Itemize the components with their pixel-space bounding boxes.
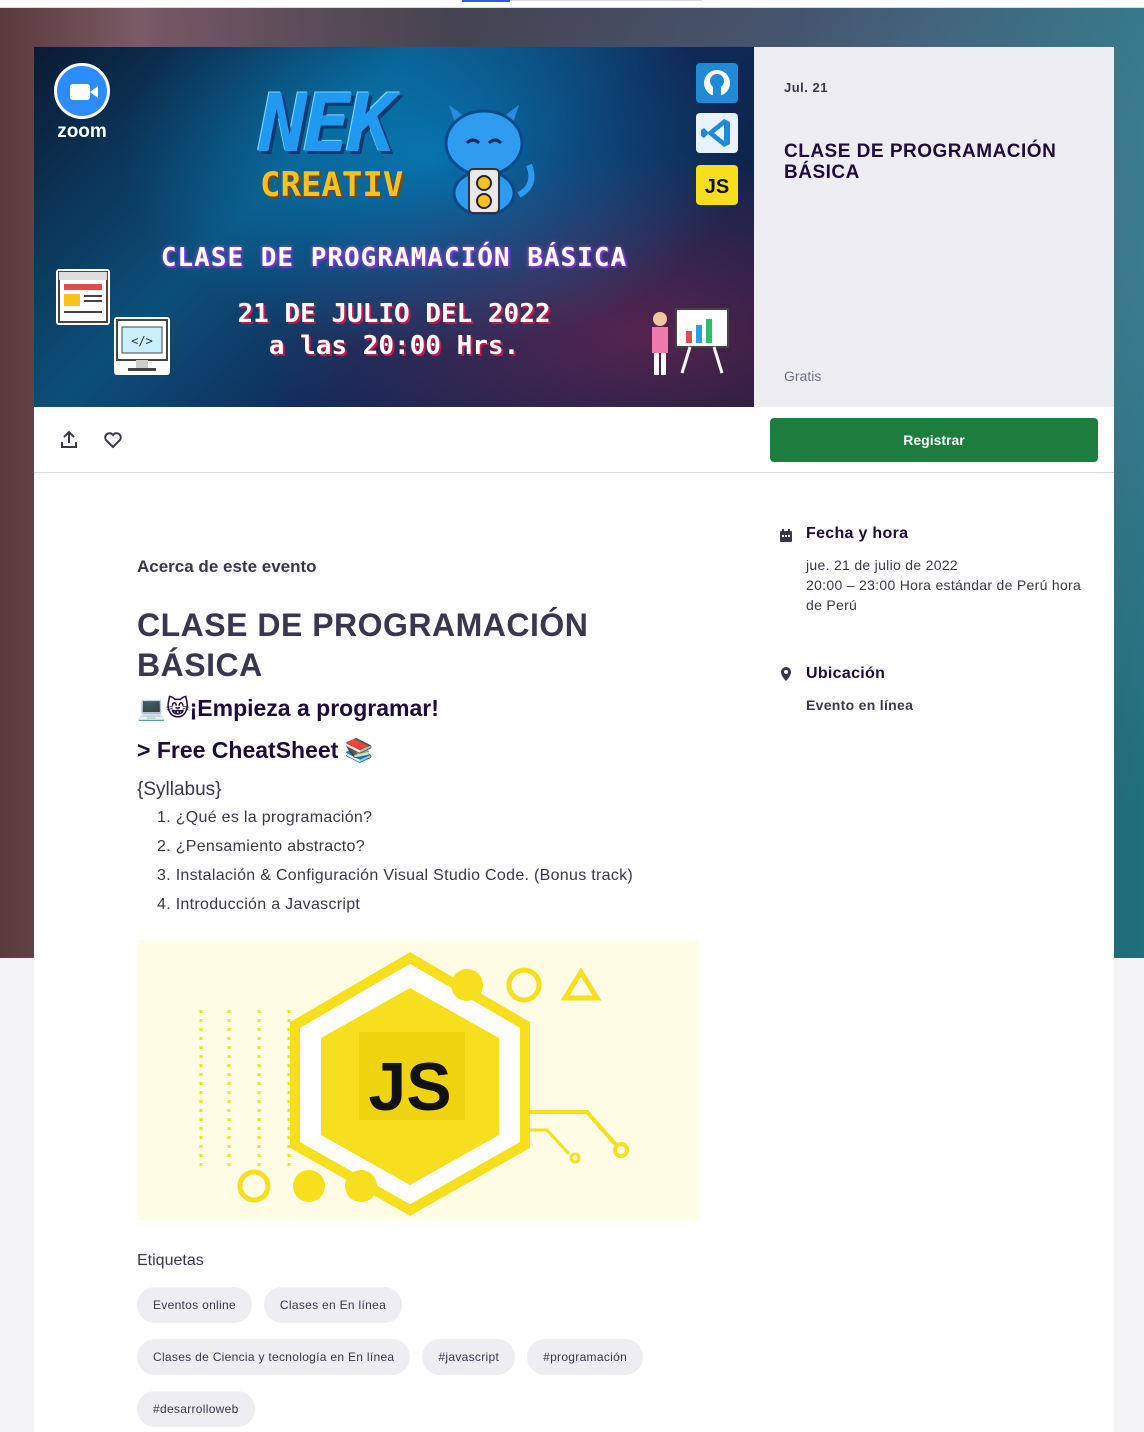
about-heading: Acerca de este evento — [137, 557, 317, 576]
event-title: CLASE DE PROGRAMACIÓN BÁSICA — [137, 607, 589, 683]
list-item: 1. ¿Qué es la programación? — [157, 809, 373, 826]
github-icon — [696, 63, 738, 103]
presentation-icon — [652, 308, 729, 375]
date-text: jue. 21 de julio de 2022 — [806, 557, 958, 573]
tag-chip[interactable]: #programación — [527, 1339, 644, 1375]
event-hero-image: zoom NEK CREATIV CLASE DE PROGRAMACIÓN B… — [34, 47, 754, 407]
event-summary-panel: Jul. 21 CLASE DE PROGRAMACIÓN BÁSICA Gra… — [754, 47, 1114, 407]
tag-chip[interactable]: Eventos online — [137, 1287, 252, 1323]
time-text: 20:00 – 23:00 Hora estándar de Perú hora… — [806, 577, 1082, 613]
banner-js-text: JS — [368, 1049, 451, 1125]
syllabus-list: 1. ¿Qué es la programación? 2. ¿Pensamie… — [157, 807, 633, 923]
tag-chip[interactable]: Clases de Ciencia y tecnología en En lín… — [137, 1339, 411, 1375]
date-time-heading: Fecha y hora — [806, 525, 909, 542]
zoom-wordmark: zoom — [57, 121, 107, 142]
tagline-start: 💻😸¡Empieza a programar! — [137, 695, 439, 721]
javascript-icon: JS — [696, 165, 738, 205]
tagline-cheatsheet: > Free CheatSheet 📚 — [137, 737, 374, 763]
javascript-banner-image: JS — [137, 940, 699, 1220]
code-monitor-icon: </> — [114, 317, 170, 375]
cat-mascot-icon — [444, 105, 535, 215]
tag-chip[interactable]: #javascript — [422, 1339, 516, 1375]
tag-row: Eventos online Clases en En línea — [137, 1287, 414, 1323]
list-item: 2. ¿Pensamiento abstracto? — [157, 838, 365, 855]
hero-brand-nek: NEK — [259, 77, 395, 170]
tags-heading: Etiquetas — [137, 1252, 204, 1269]
calendar-icon — [780, 529, 792, 542]
syllabus-heading: {Syllabus} — [137, 779, 222, 800]
list-item: 3. Instalación & Configuración Visual St… — [157, 867, 634, 884]
top-bar — [0, 0, 1144, 8]
vscode-icon — [696, 113, 738, 153]
tag-row: Clases de Ciencia y tecnología en En lín… — [137, 1339, 655, 1375]
hero-brand-creativ: CREATIV — [260, 165, 404, 205]
zoom-camera-icon — [54, 63, 110, 119]
summary-date: Jul. 21 — [784, 80, 828, 95]
webpage-icon — [56, 269, 110, 325]
location-heading: Ubicación — [806, 665, 886, 682]
list-item: 4. Introducción a Javascript — [157, 896, 361, 913]
share-icon[interactable] — [58, 429, 80, 451]
location-text: Evento en línea — [806, 697, 914, 713]
heart-icon[interactable] — [102, 429, 124, 451]
summary-price: Gratis — [784, 368, 822, 384]
tab-indicator — [462, 0, 510, 2]
summary-title: CLASE DE PROGRAMACIÓN BÁSICA — [784, 141, 1057, 183]
event-card: zoom NEK CREATIV CLASE DE PROGRAMACIÓN B… — [34, 47, 1114, 1432]
tag-row: #desarrolloweb — [137, 1391, 267, 1427]
tag-chip[interactable]: Clases en En línea — [263, 1287, 403, 1323]
tag-chip[interactable]: #desarrolloweb — [137, 1391, 255, 1427]
svg-text:</>: </> — [131, 334, 153, 348]
hero-title: CLASE DE PROGRAMACIÓN BÁSICA — [160, 243, 628, 273]
action-bar: Registrar — [34, 407, 1114, 473]
tab-divider — [510, 0, 702, 1]
location-pin-icon — [781, 667, 791, 681]
zoom-logo: zoom — [52, 63, 112, 143]
register-button[interactable]: Registrar — [770, 418, 1098, 462]
